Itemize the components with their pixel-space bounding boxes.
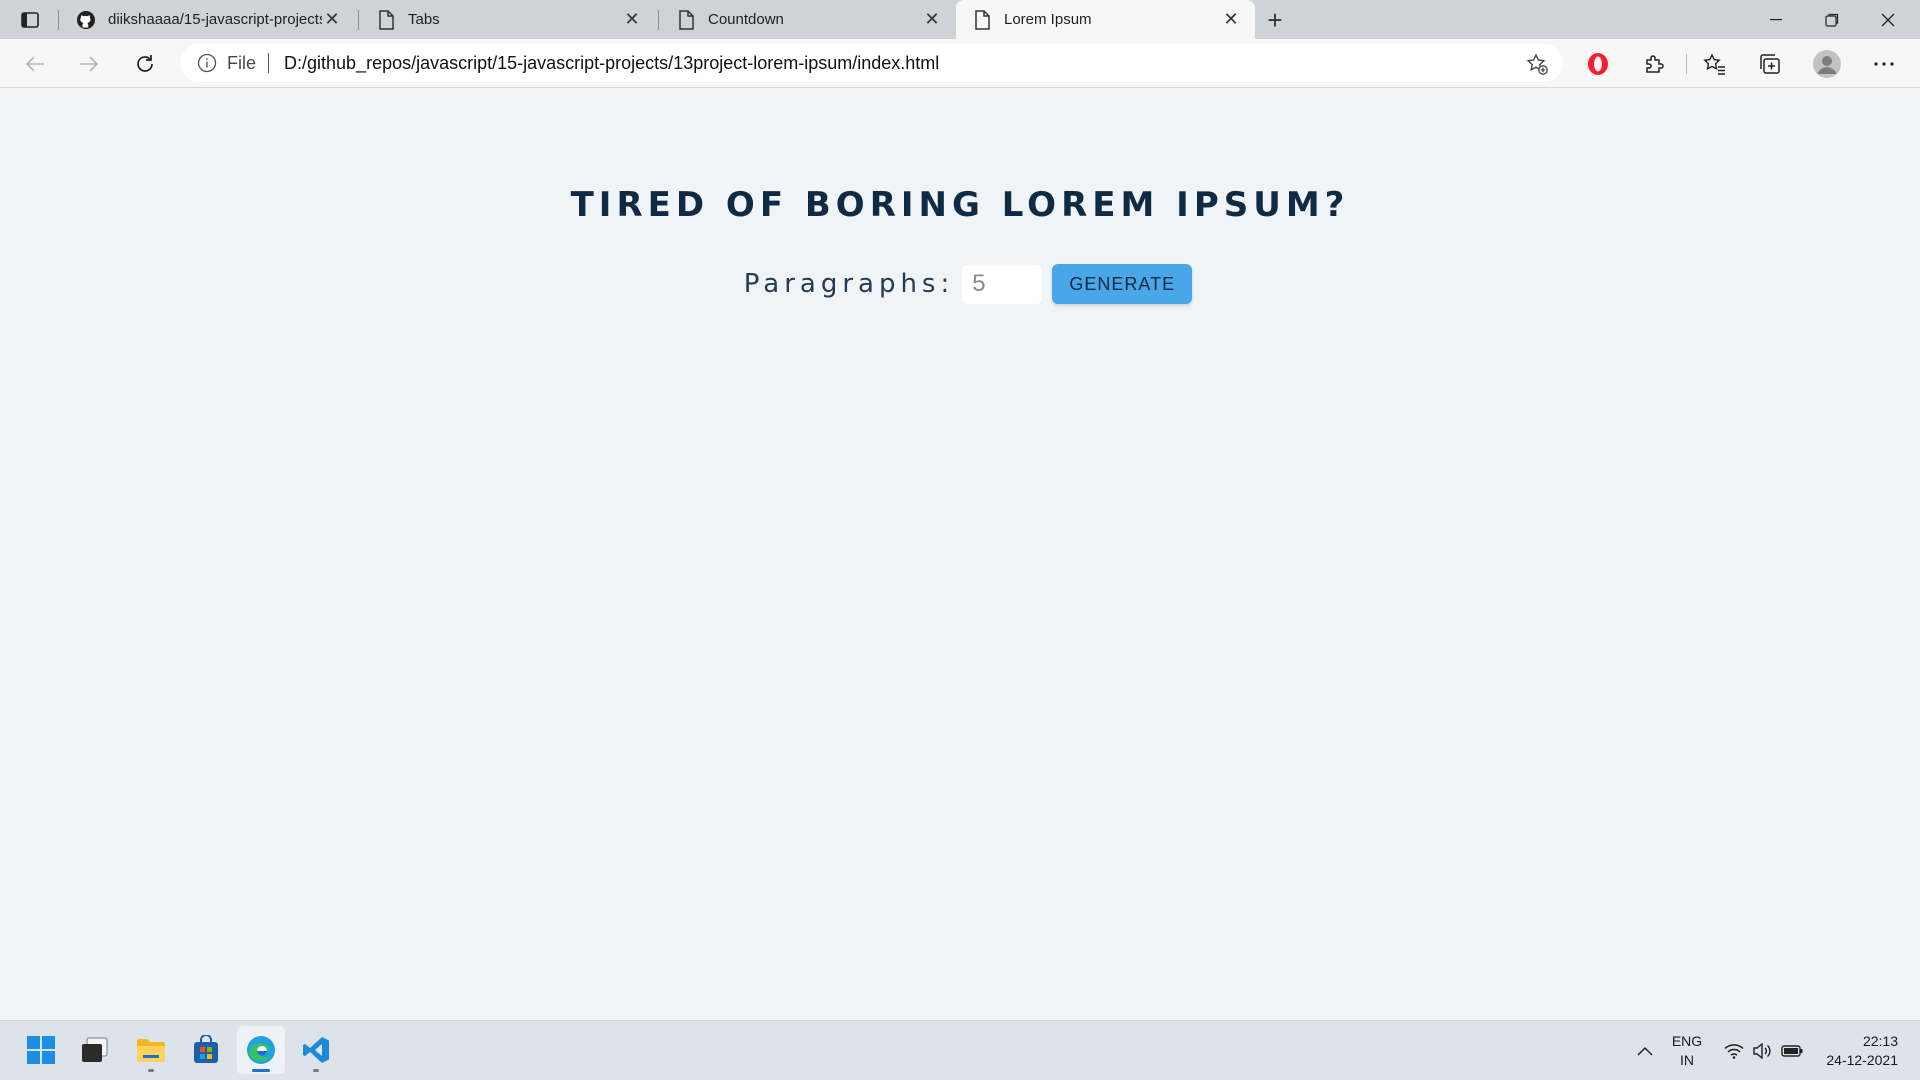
extensions-icon[interactable] [1638, 48, 1670, 80]
tab-tabs[interactable]: Tabs ✕ [360, 0, 656, 39]
vscode-icon[interactable] [292, 1026, 340, 1074]
edge-icon[interactable] [237, 1026, 285, 1074]
collections-icon[interactable] [1754, 48, 1786, 80]
lorem-form: Paragraphs: GENERATE [0, 264, 1920, 304]
page-viewport: TIRED OF BORING LOREM IPSUM? Paragraphs:… [0, 89, 1920, 1020]
page-title: TIRED OF BORING LOREM IPSUM? [570, 185, 1350, 225]
show-hidden-icons-chevron-icon[interactable] [1630, 1021, 1660, 1080]
windows-taskbar: ENG IN 22:13 24-12-2021 [0, 1020, 1920, 1080]
toolbar-divider [1686, 54, 1687, 74]
tab-github[interactable]: diikshaaaa/15-javascript-projects ✕ [60, 0, 356, 39]
clock-time: 22:13 [1862, 1033, 1898, 1049]
language-region: IN [1680, 1052, 1694, 1068]
address-bar[interactable]: File D:/github_repos/javascript/15-javas… [180, 44, 1563, 82]
tab-title: Countdown [708, 11, 784, 28]
file-explorer-icon[interactable] [127, 1026, 175, 1074]
favorites-icon[interactable] [1698, 48, 1730, 80]
tab-lorem-ipsum[interactable]: Lorem Ipsum ✕ [956, 0, 1255, 39]
clock-date: 24-12-2021 [1826, 1052, 1898, 1068]
tab-countdown[interactable]: Countdown ✕ [660, 0, 956, 39]
volume-icon[interactable] [1748, 1021, 1776, 1080]
close-tab-icon[interactable]: ✕ [322, 9, 342, 30]
profile-avatar-icon[interactable] [1811, 48, 1843, 80]
minimize-icon[interactable] [1748, 0, 1804, 39]
tab-strip: diikshaaaa/15-javascript-projects ✕ Tabs… [0, 0, 1920, 39]
start-icon[interactable] [17, 1026, 65, 1074]
tab-separator [658, 10, 659, 30]
tab-title: diikshaaaa/15-javascript-projects [108, 11, 322, 28]
close-tab-icon[interactable]: ✕ [922, 9, 942, 30]
paragraphs-label: Paragraphs: [743, 269, 955, 299]
address-divider [268, 53, 270, 73]
close-tab-icon[interactable]: ✕ [1221, 9, 1241, 30]
tab-separator [58, 10, 59, 30]
forward-arrow-icon[interactable] [73, 48, 105, 80]
wifi-icon[interactable] [1720, 1021, 1748, 1080]
tab-actions-icon[interactable] [18, 8, 42, 32]
opera-extension-icon[interactable] [1582, 48, 1614, 80]
github-icon [76, 10, 96, 30]
battery-icon[interactable] [1778, 1021, 1806, 1080]
back-arrow-icon[interactable] [19, 48, 51, 80]
close-tab-icon[interactable]: ✕ [622, 9, 642, 30]
add-favorite-icon[interactable] [1525, 52, 1549, 76]
address-url[interactable]: D:/github_repos/javascript/15-javascript… [284, 53, 939, 74]
browser-toolbar: File D:/github_repos/javascript/15-javas… [0, 39, 1920, 88]
address-scheme-label: File [227, 52, 257, 73]
paragraphs-amount-input[interactable] [962, 264, 1043, 304]
restore-icon[interactable] [1804, 0, 1860, 39]
system-clock[interactable]: 22:13 24-12-2021 [1806, 1032, 1898, 1070]
generate-button[interactable]: GENERATE [1052, 264, 1193, 304]
store-icon[interactable] [182, 1026, 230, 1074]
page-icon [376, 9, 396, 30]
running-indicator [313, 1069, 319, 1072]
task-view-icon[interactable] [70, 1026, 118, 1074]
language-indicator[interactable]: ENG IN [1662, 1032, 1712, 1070]
more-options-icon[interactable] [1868, 48, 1900, 80]
new-tab-icon[interactable]: + [1262, 5, 1288, 35]
language-code: ENG [1671, 1033, 1703, 1049]
close-window-icon[interactable] [1860, 0, 1916, 39]
running-indicator [148, 1069, 154, 1072]
running-indicator [252, 1069, 270, 1072]
page-icon [676, 9, 696, 30]
tab-title: Lorem Ipsum [1004, 11, 1092, 28]
page-icon [972, 9, 992, 30]
refresh-icon[interactable] [129, 48, 161, 80]
tab-title: Tabs [408, 11, 440, 28]
tab-separator [358, 10, 359, 30]
info-icon[interactable] [197, 53, 217, 73]
